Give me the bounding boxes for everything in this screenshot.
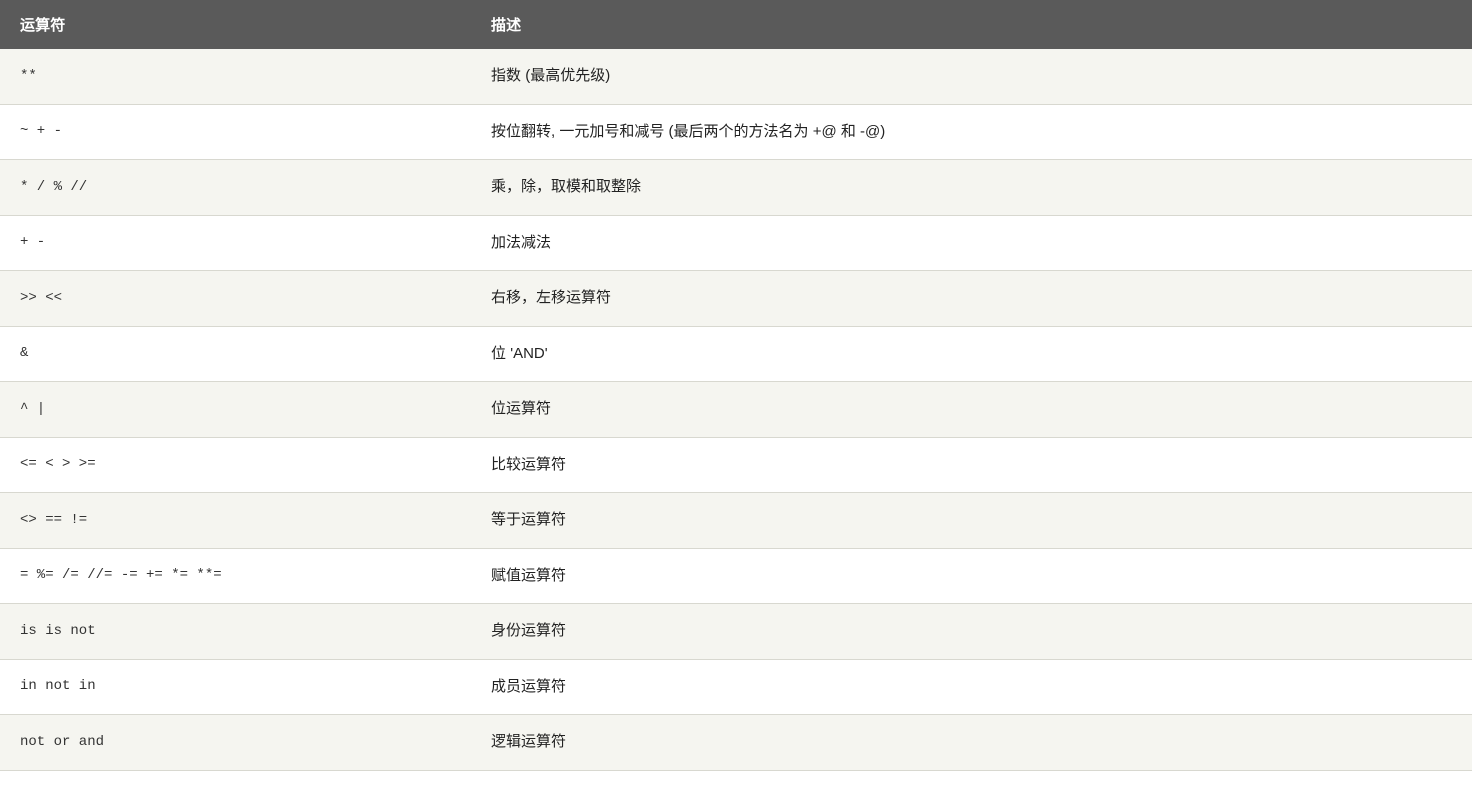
operator-cell: = %= /= //= -= += *= **= bbox=[0, 548, 471, 604]
table-row: not or and逻辑运算符 bbox=[0, 715, 1472, 771]
description-cell: 成员运算符 bbox=[471, 659, 1472, 715]
description-cell: 加法减法 bbox=[471, 215, 1472, 271]
operator-cell: & bbox=[0, 326, 471, 382]
operator-cell: ^ | bbox=[0, 382, 471, 438]
operator-cell: ~ + - bbox=[0, 104, 471, 160]
table-header-row: 运算符 描述 bbox=[0, 0, 1472, 49]
description-cell: 比较运算符 bbox=[471, 437, 1472, 493]
description-cell: 赋值运算符 bbox=[471, 548, 1472, 604]
operator-cell: + - bbox=[0, 215, 471, 271]
description-cell: 右移，左移运算符 bbox=[471, 271, 1472, 327]
operators-table: 运算符 描述 **指数 (最高优先级)~ + -按位翻转, 一元加号和减号 (最… bbox=[0, 0, 1472, 771]
description-cell: 等于运算符 bbox=[471, 493, 1472, 549]
col-header-operator: 运算符 bbox=[0, 0, 471, 49]
table-row: <= < > >=比较运算符 bbox=[0, 437, 1472, 493]
table-row: ^ |位运算符 bbox=[0, 382, 1472, 438]
description-cell: 位运算符 bbox=[471, 382, 1472, 438]
table-row: + -加法减法 bbox=[0, 215, 1472, 271]
operator-cell: >> << bbox=[0, 271, 471, 327]
operator-cell: is is not bbox=[0, 604, 471, 660]
operator-cell: <= < > >= bbox=[0, 437, 471, 493]
description-cell: 位 'AND' bbox=[471, 326, 1472, 382]
table-row: * / % //乘，除，取模和取整除 bbox=[0, 160, 1472, 216]
description-cell: 乘，除，取模和取整除 bbox=[471, 160, 1472, 216]
table-row: **指数 (最高优先级) bbox=[0, 49, 1472, 104]
description-cell: 按位翻转, 一元加号和减号 (最后两个的方法名为 +@ 和 -@) bbox=[471, 104, 1472, 160]
operator-cell: not or and bbox=[0, 715, 471, 771]
operator-cell: * / % // bbox=[0, 160, 471, 216]
table-row: <> == !=等于运算符 bbox=[0, 493, 1472, 549]
description-cell: 指数 (最高优先级) bbox=[471, 49, 1472, 104]
operator-cell: ** bbox=[0, 49, 471, 104]
table-row: in not in成员运算符 bbox=[0, 659, 1472, 715]
col-header-description: 描述 bbox=[471, 0, 1472, 49]
operator-cell: <> == != bbox=[0, 493, 471, 549]
main-container: 运算符 描述 **指数 (最高优先级)~ + -按位翻转, 一元加号和减号 (最… bbox=[0, 0, 1472, 810]
table-row: = %= /= //= -= += *= **=赋值运算符 bbox=[0, 548, 1472, 604]
table-row: >> <<右移，左移运算符 bbox=[0, 271, 1472, 327]
description-cell: 身份运算符 bbox=[471, 604, 1472, 660]
table-row: &位 'AND' bbox=[0, 326, 1472, 382]
table-row: ~ + -按位翻转, 一元加号和减号 (最后两个的方法名为 +@ 和 -@) bbox=[0, 104, 1472, 160]
operator-cell: in not in bbox=[0, 659, 471, 715]
description-cell: 逻辑运算符 bbox=[471, 715, 1472, 771]
table-row: is is not身份运算符 bbox=[0, 604, 1472, 660]
